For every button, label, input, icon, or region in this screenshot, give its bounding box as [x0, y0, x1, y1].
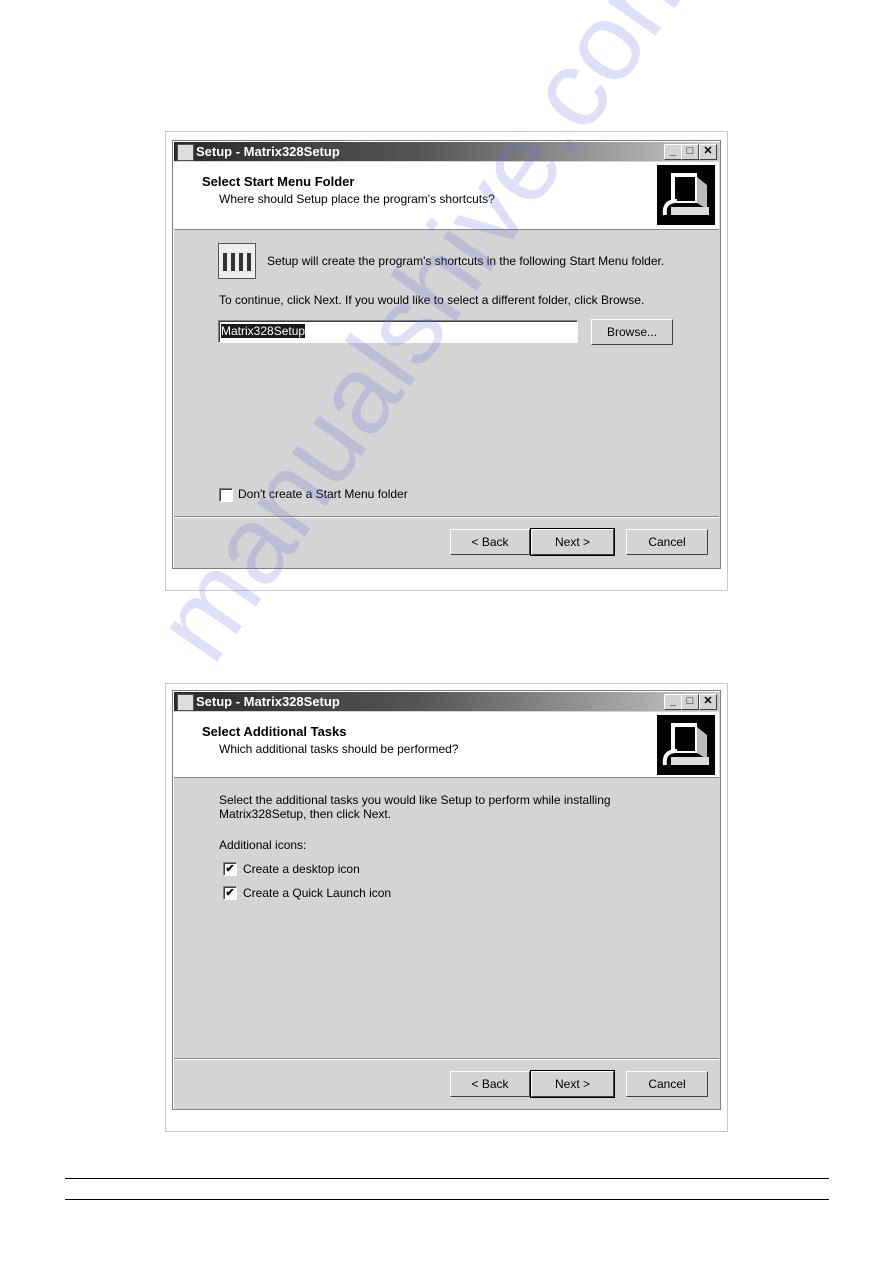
- back-button[interactable]: < Back: [450, 529, 530, 555]
- page-subtitle: Where should Setup place the program's s…: [219, 192, 495, 206]
- setup-window-start-menu: Setup - Matrix328Setup _ □ ✕ Select Star…: [172, 140, 721, 569]
- next-button[interactable]: Next >: [530, 1070, 615, 1098]
- window-title: Setup - Matrix328Setup: [196, 694, 340, 709]
- setup-app-icon: [177, 144, 194, 161]
- folder-input-value: Matrix328Setup: [221, 324, 306, 338]
- additional-icons-label: Additional icons:: [219, 838, 307, 852]
- wizard-header: Select Start Menu Folder Where should Se…: [174, 162, 719, 230]
- intro-text-line1: Select the additional tasks you would li…: [219, 793, 611, 807]
- minimize-icon[interactable]: _: [664, 694, 682, 710]
- close-icon[interactable]: ✕: [699, 694, 717, 710]
- wizard-header: Select Additional Tasks Which additional…: [174, 712, 719, 778]
- start-menu-folder-icon: [218, 243, 256, 279]
- maximize-icon[interactable]: □: [681, 144, 699, 160]
- close-icon[interactable]: ✕: [699, 144, 717, 160]
- title-bar: Setup - Matrix328Setup _ □ ✕: [174, 142, 719, 161]
- cancel-button[interactable]: Cancel: [626, 529, 708, 555]
- next-button[interactable]: Next >: [530, 528, 615, 556]
- setup-computer-icon: [657, 715, 715, 775]
- page-title: Select Additional Tasks: [202, 724, 347, 739]
- browse-button[interactable]: Browse...: [591, 319, 673, 345]
- setup-app-icon: [177, 694, 194, 711]
- maximize-icon[interactable]: □: [681, 694, 699, 710]
- intro-text-line2: Matrix328Setup, then click Next.: [219, 807, 392, 821]
- info-text: Setup will create the program's shortcut…: [267, 254, 665, 268]
- footer-divider: [174, 516, 719, 518]
- screenshot-frame-start-menu: Setup - Matrix328Setup _ □ ✕ Select Star…: [165, 131, 728, 591]
- back-button[interactable]: < Back: [450, 1071, 530, 1097]
- setup-window-additional-tasks: Setup - Matrix328Setup _ □ ✕ Select Addi…: [172, 690, 721, 1110]
- footer-rule-top: [65, 1178, 829, 1179]
- footer-divider: [174, 1058, 719, 1060]
- dont-create-folder-checkbox[interactable]: [219, 488, 233, 502]
- dont-create-folder-label: Don't create a Start Menu folder: [238, 487, 408, 501]
- minimize-icon[interactable]: _: [664, 144, 682, 160]
- title-bar: Setup - Matrix328Setup _ □ ✕: [174, 692, 719, 711]
- window-title: Setup - Matrix328Setup: [196, 144, 340, 159]
- quick-launch-icon-checkbox[interactable]: ✔: [223, 886, 237, 900]
- desktop-icon-checkbox[interactable]: ✔: [223, 862, 237, 876]
- instruction-text: To continue, click Next. If you would li…: [219, 293, 645, 307]
- setup-computer-icon: [657, 165, 715, 225]
- desktop-icon-label: Create a desktop icon: [243, 862, 360, 876]
- page-title: Select Start Menu Folder: [202, 174, 355, 189]
- footer-rule-bottom: [65, 1199, 829, 1200]
- start-menu-folder-input[interactable]: Matrix328Setup: [218, 320, 578, 343]
- quick-launch-icon-label: Create a Quick Launch icon: [243, 886, 392, 900]
- manual-page: Setup - Matrix328Setup _ □ ✕ Select Star…: [0, 0, 893, 1263]
- screenshot-frame-additional-tasks: Setup - Matrix328Setup _ □ ✕ Select Addi…: [165, 683, 728, 1132]
- page-subtitle: Which additional tasks should be perform…: [219, 742, 459, 756]
- cancel-button[interactable]: Cancel: [626, 1071, 708, 1097]
